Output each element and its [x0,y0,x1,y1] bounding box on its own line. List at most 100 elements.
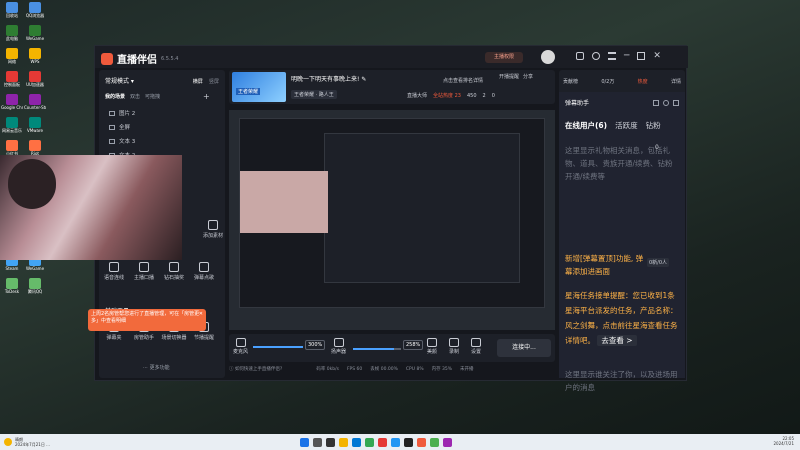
desktop-icon-label: QQ浏览器 [25,13,45,18]
tab-my-scenes[interactable]: 我的场景 [105,93,125,100]
desktop-icon[interactable]: 网易云音乐 [1,117,23,137]
scene-item[interactable]: 图片 2 [109,106,209,120]
diamond-icon [169,262,179,272]
scene-item[interactable]: 全屏 [109,120,209,134]
app-icon[interactable] [377,437,387,447]
desktop-icon[interactable]: 网络 [1,48,23,68]
desktop-icon[interactable]: UU加速器 [24,71,46,91]
clock[interactable]: 22:05 2024/7/21 [773,436,794,446]
add-scene-icon[interactable]: + [203,92,210,101]
desktop-icon[interactable]: 此电脑 [1,25,23,45]
preview-canvas[interactable] [229,110,555,330]
orient-vertical[interactable]: 竖屏 [209,79,219,85]
app-icon [29,278,41,289]
anchor-permission-button[interactable]: 主播权限 [485,52,523,63]
record-button[interactable]: 录制 [449,338,459,355]
stream-thumbnail[interactable]: 王者荣耀 [232,72,286,102]
speaker-button[interactable]: 扬声器 [331,338,346,355]
expand-icon[interactable] [673,99,679,106]
more-features-link[interactable]: ⋯ 更多功能 [143,364,170,371]
menu-icon[interactable] [608,52,616,60]
mic-volume-value[interactable]: 300% [305,340,326,350]
app-icon[interactable] [429,437,439,447]
details-link[interactable]: 详情 [671,78,681,85]
start-icon[interactable] [299,437,309,447]
live-companion-icon[interactable] [416,437,426,447]
app-icon[interactable] [325,437,335,447]
tab-double-click[interactable]: 双击 [130,93,140,100]
desktop-icon[interactable]: VMware [24,117,46,137]
nested-screen-capture [239,118,545,308]
add-source-button[interactable]: 添加素材 [203,220,223,239]
popout-icon[interactable] [653,99,659,106]
avatar[interactable] [541,50,555,64]
desktop-icon[interactable]: WeGame [24,25,46,45]
share-button[interactable]: 分享 [523,73,533,80]
folder-icon[interactable] [338,437,348,447]
mic-volume-slider[interactable] [253,346,303,348]
search-icon[interactable] [312,437,322,447]
app-icon[interactable] [390,437,400,447]
tab-draggable[interactable]: 可拖拽 [145,93,160,100]
status-bar: ⓘ 如何快速上手直播伴侣? 码率 0kb/s FPS 60 丢帧 00.00% … [229,366,555,373]
mic-button[interactable]: 麦克风 [233,338,248,355]
admin-notice[interactable]: 上周2名房管帮您进行了直播管理，可在「房管更多」中查看明细 ✕ [88,309,206,331]
record-icon [449,338,459,347]
rank-detail-link[interactable]: 点击查看排名详情 [443,77,483,84]
speaker-volume-slider[interactable] [353,348,401,350]
settings-button[interactable]: 设置 [471,338,481,355]
stream-title[interactable]: 明晚一下明天有事晚上来! ✎ [291,74,366,83]
connect-button[interactable]: 连接中... [497,339,551,357]
app-icon[interactable] [403,437,413,447]
app-icon [29,2,41,13]
task-view-link[interactable]: 去查看 > [597,335,637,346]
contribution-rank-link[interactable]: 贡献榜 [563,78,578,85]
desktop-icon[interactable]: 控制面板 [1,71,23,91]
chrome-icon[interactable] [364,437,374,447]
voice-link-button[interactable]: 语音连线 [101,262,127,281]
game-category[interactable]: 王者荣耀 · 路人王 [291,90,337,99]
song-request-button[interactable]: 弹幕点歌 [191,262,217,281]
webcam-overlay[interactable] [0,155,182,260]
anchor-broadcast-button[interactable]: 主播口播 [131,262,157,281]
orient-horizontal[interactable]: 横屏 [193,79,203,85]
desktop-icon[interactable]: WPS [24,48,46,68]
tab-activity[interactable]: 活跃度 [615,120,638,131]
tab-diamond-fans[interactable]: 钻粉 [646,120,661,131]
desktop-icon-label: Counter-Strike [24,105,46,110]
desktop-icon[interactable]: 回收站 [1,2,23,22]
close-icon[interactable]: ✕ [653,52,661,61]
new-user-counter: 0新/0人 [647,258,670,267]
desktop-icon[interactable]: Google Chrome [1,94,23,114]
beauty-button[interactable]: 美颜 [427,338,437,355]
minimize-icon[interactable]: ─ [624,52,629,61]
stream-info-bar: 王者荣耀 明晚一下明天有事晚上来! ✎ 王者荣耀 · 路人王 点击查看排名详情 … [229,70,555,104]
settings-icon[interactable] [663,99,669,106]
viewer-count: 450 [467,92,477,99]
desktop-icon-label: WeGame [25,266,45,271]
desktop-icon[interactable]: ToDesk [1,278,23,298]
diamond-lottery-button[interactable]: 钻石抽奖 [161,262,187,281]
desktop-icon-label: 回收站 [6,13,18,18]
site-rank[interactable]: 全站热度 23 [433,92,461,99]
headset-icon[interactable] [592,52,600,60]
live-reminder-button[interactable]: 开播提醒 [499,73,519,80]
message-icon[interactable] [576,52,584,60]
tab-online-users[interactable]: 在线用户(6) [565,120,607,131]
maximize-icon[interactable] [637,52,646,60]
desktop-icon[interactable]: 腾讯QQ [24,278,46,298]
app-icon [6,278,18,289]
desktop-icon[interactable]: QQ浏览器 [24,2,46,22]
help-link[interactable]: ⓘ 如何快速上手直播伴侣? [229,366,282,372]
desktop-icon[interactable]: Counter-Strike [24,94,46,114]
app-icon[interactable] [442,437,452,447]
edge-icon[interactable] [351,437,361,447]
speaker-volume-value[interactable]: 258% [403,340,424,350]
notice-close-icon[interactable]: ✕ [199,311,203,318]
app-icon [29,25,41,36]
scene-item[interactable]: 文本 3 [109,134,209,148]
taskbar: 晴朗 2024年7月21日 ... 22:05 2024/7/21 [0,434,800,450]
follow-placeholder: 这里显示谁关注了你，以及进场用户的消息 [565,370,678,392]
mode-select[interactable]: 常规模式 ▾ [105,76,134,85]
weather-widget[interactable]: 晴朗 2024年7月21日 ... [4,437,50,447]
